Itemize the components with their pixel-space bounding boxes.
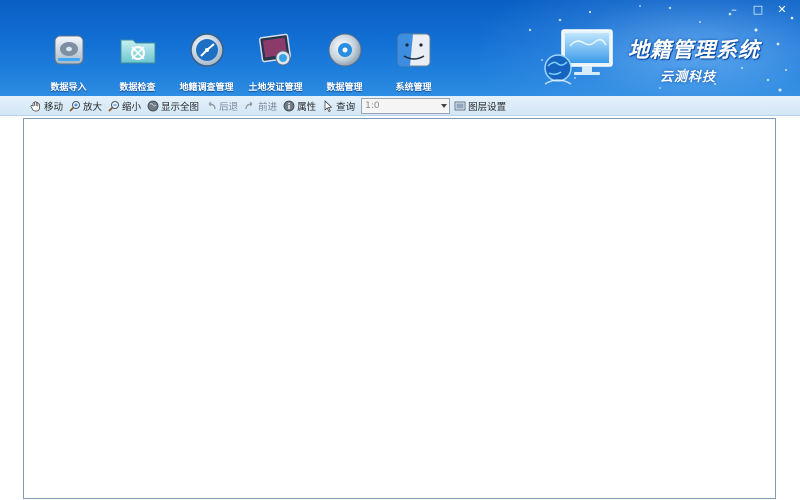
finder-face-icon: [390, 26, 438, 74]
nav-label: 数据管理: [326, 83, 363, 93]
zoom-out-icon: [108, 100, 120, 112]
nav-certificate-management[interactable]: 土地发证管理: [241, 26, 310, 94]
globe-monitor-icon: [544, 29, 613, 85]
disc-icon: [321, 26, 369, 74]
map-canvas[interactable]: [23, 118, 776, 499]
maximize-button[interactable]: □: [746, 2, 770, 18]
app-title: 地籍管理系统: [628, 38, 760, 62]
map-toolbar: 移动 放大 缩小 显示全图 后退 前进 属性 查询 1:0 图层设置: [0, 96, 800, 116]
forward-arrow-icon: [244, 100, 256, 112]
zoom-in-button[interactable]: 放大: [69, 97, 102, 115]
nav-label: 系统管理: [395, 83, 432, 93]
scale-select[interactable]: 1:0: [361, 97, 451, 114]
tool-label: 查询: [336, 101, 356, 113]
tool-label: 显示全图: [161, 101, 200, 113]
chevron-down-icon: [441, 103, 448, 108]
brand: 地籍管理系统 云测科技: [540, 22, 790, 92]
globe-icon: [147, 100, 159, 112]
pan-tool-button[interactable]: 移动: [30, 97, 63, 115]
zoom-in-icon: [69, 100, 81, 112]
hard-drive-icon: [45, 26, 93, 74]
app-header: – □ ✕ 数据导入 数据检查 地籍调查管理 土地发证管理 数据管理 系统管理 …: [0, 0, 800, 96]
minimize-button[interactable]: –: [722, 2, 746, 18]
tool-label: 前进: [258, 101, 278, 113]
nav-label: 地籍调查管理: [179, 83, 234, 93]
nav-label: 数据检查: [119, 83, 156, 93]
folder-inspect-icon: [114, 26, 162, 74]
nav-data-management[interactable]: 数据管理: [310, 26, 379, 94]
survey-dial-icon: [183, 26, 231, 74]
nav-data-check[interactable]: 数据检查: [103, 26, 172, 94]
close-button[interactable]: ✕: [770, 2, 794, 18]
tool-label: 缩小: [122, 101, 142, 113]
properties-button[interactable]: 属性: [283, 97, 316, 115]
info-icon: [283, 100, 295, 112]
window-controls: – □ ✕: [722, 2, 794, 18]
hand-icon: [30, 100, 42, 112]
tool-label: 属性: [297, 101, 317, 113]
full-extent-button[interactable]: 显示全图: [147, 97, 199, 115]
tool-label: 移动: [44, 101, 64, 113]
layer-settings-button[interactable]: 图层设置: [454, 97, 506, 115]
back-button[interactable]: 后退: [205, 97, 238, 115]
tool-label: 图层设置: [468, 101, 507, 113]
main-nav: 数据导入 数据检查 地籍调查管理 土地发证管理 数据管理 系统管理: [34, 26, 448, 94]
nav-system-management[interactable]: 系统管理: [379, 26, 448, 94]
forward-button[interactable]: 前进: [244, 97, 277, 115]
pointer-icon: [322, 99, 334, 112]
tool-label: 放大: [83, 101, 103, 113]
back-arrow-icon: [205, 100, 217, 112]
zoom-out-button[interactable]: 缩小: [108, 97, 141, 115]
company-name: 云测科技: [660, 70, 717, 85]
nav-data-import[interactable]: 数据导入: [34, 26, 103, 94]
scale-value: 1:0: [365, 100, 380, 111]
nav-survey-management[interactable]: 地籍调查管理: [172, 26, 241, 94]
query-button[interactable]: 查询: [322, 97, 355, 115]
tool-label: 后退: [219, 101, 239, 113]
nav-label: 土地发证管理: [248, 83, 303, 93]
nav-label: 数据导入: [50, 83, 87, 93]
layers-icon: [454, 100, 466, 112]
certificate-photo-icon: [252, 26, 300, 74]
